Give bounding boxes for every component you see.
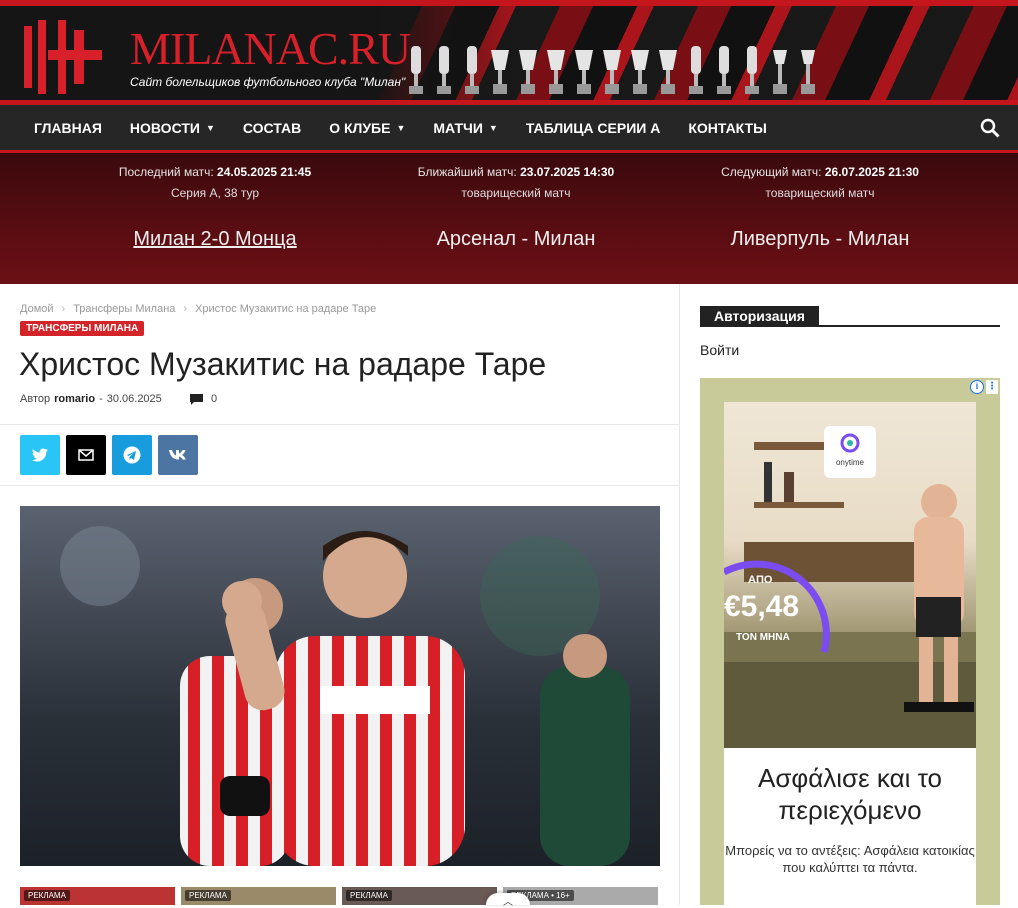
brand-mark-icon — [840, 433, 860, 453]
nav-item-news[interactable]: НОВОСТИ ▼ — [116, 105, 229, 150]
last-match: Последний матч: 24.05.2025 21:45 Серия А… — [55, 165, 375, 251]
article-meta: Автор romario - 30.06.2025 — [20, 393, 162, 405]
share-buttons — [20, 435, 198, 475]
trophy-icon — [773, 50, 787, 94]
trophy-icon — [689, 46, 703, 94]
trophy-icon — [409, 46, 423, 94]
promo-thumbnails: РЕКЛАМА РЕКЛАМА РЕКЛАМА РЕКЛАМА • 16+ — [20, 887, 660, 905]
next-match: Следующий матч: 26.07.2025 21:30 товарищ… — [660, 165, 980, 251]
share-telegram-button[interactable] — [112, 435, 152, 475]
nav-item-squad[interactable]: СОСТАВ — [229, 105, 315, 150]
telegram-icon — [123, 446, 141, 464]
chevron-up-icon[interactable]: ︿ — [486, 893, 530, 908]
nav-item-about[interactable]: О КЛУБЕ ▼ — [315, 105, 419, 150]
site-banner[interactable]: MILANAC.RU Сайт болельщиков футбольного … — [0, 0, 1018, 105]
article-title: Христос Музакитис на радаре Таре — [19, 346, 547, 382]
football-player-photo — [20, 506, 660, 866]
login-link[interactable]: Войти — [700, 342, 739, 358]
more-options-icon[interactable]: ⋮ — [986, 380, 998, 394]
article-photo[interactable] — [20, 506, 660, 866]
trophy-icon — [745, 46, 759, 94]
trophy-icon — [801, 50, 815, 94]
site-tagline: Сайт болельщиков футбольного клуба "Мила… — [130, 75, 406, 89]
breadcrumb-home[interactable]: Домой — [20, 303, 54, 315]
info-icon[interactable]: i — [970, 380, 984, 394]
matches-strip: Последний матч: 24.05.2025 21:45 Серия А… — [0, 153, 1018, 284]
main-nav: ГЛАВНАЯ НОВОСТИ ▼ СОСТАВ О КЛУБЕ ▼ МАТЧИ ▼ … — [0, 105, 1018, 153]
trophy-icon — [437, 46, 451, 94]
trophy-icon — [603, 50, 621, 94]
sidebar-ad[interactable]: i ⋮ onytime ΑΠΟ €5,48 ΤΟΝ ΜΗΝΑ Ασφάλισε … — [700, 378, 1000, 905]
auth-widget-title: Авторизация — [700, 306, 819, 326]
upcoming-match-teams: Арсенал - Милан — [436, 228, 596, 250]
trophy-icon — [519, 50, 537, 94]
trophy-icon — [547, 50, 565, 94]
breadcrumb: Домой › Трансферы Милана › Христос Музак… — [20, 303, 376, 315]
ad-image: onytime ΑΠΟ €5,48 ΤΟΝ ΜΗΝΑ — [724, 402, 976, 748]
breadcrumb-category[interactable]: Трансферы Милана — [73, 303, 175, 315]
trophy-icon — [491, 50, 509, 94]
trophies — [405, 44, 819, 96]
trophy-icon — [717, 46, 731, 94]
upcoming-match: Ближайший матч: 23.07.2025 14:30 товарищ… — [356, 165, 676, 251]
chevron-right-icon: › — [183, 303, 188, 315]
author-link[interactable]: romario — [54, 393, 95, 405]
trophy-icon — [659, 50, 677, 94]
chevron-down-icon: ▼ — [488, 122, 498, 133]
nav-item-home[interactable]: ГЛАВНАЯ — [20, 105, 116, 150]
trophy-icon — [465, 46, 479, 94]
last-match-link[interactable]: Милан 2-0 Монца — [55, 228, 375, 251]
trophy-icon — [631, 50, 649, 94]
trophy-icon — [575, 50, 593, 94]
ad-card[interactable]: onytime ΑΠΟ €5,48 ΤΟΝ ΜΗΝΑ Ασφάλισε και … — [724, 402, 976, 905]
article-date: 30.06.2025 — [106, 393, 162, 405]
search-icon[interactable] — [980, 118, 1000, 138]
share-email-button[interactable] — [66, 435, 106, 475]
chevron-down-icon: ▼ — [205, 122, 215, 133]
site-logo-text[interactable]: MILANAC.RU — [130, 26, 411, 72]
nav-item-table[interactable]: ТАБЛИЦА СЕРИИ А — [512, 105, 675, 150]
breadcrumb-current: Христос Музакитис на радаре Таре — [195, 303, 377, 315]
club-logo-icon[interactable] — [22, 16, 104, 98]
promo-thumb[interactable]: РЕКЛАМА — [20, 887, 175, 905]
comments-count[interactable]: 0 — [190, 393, 217, 405]
twitter-icon — [32, 448, 48, 462]
ad-body-text: Μπορείς να το αντέξεις: Ασφάλεια κατοικί… — [725, 843, 975, 875]
comment-icon — [190, 393, 203, 405]
email-icon — [78, 449, 94, 461]
category-badge[interactable]: ТРАНСФЕРЫ МИЛАНА — [20, 321, 145, 336]
ad-headline: Ασφάλισε και το περιεχόμενο — [758, 763, 942, 825]
promo-thumb[interactable]: РЕКЛАМА — [181, 887, 336, 905]
ad-brand-logo: onytime — [824, 426, 876, 478]
promo-thumb[interactable]: РЕКЛАМА — [342, 887, 497, 905]
nav-item-contacts[interactable]: КОНТАКТЫ — [674, 105, 780, 150]
chevron-down-icon: ▼ — [396, 122, 406, 133]
article-content: Домой › Трансферы Милана › Христос Музак… — [0, 284, 680, 908]
chevron-right-icon: › — [61, 303, 66, 315]
nav-item-matches[interactable]: МАТЧИ ▼ — [419, 105, 511, 150]
next-match-teams: Ливерпуль - Милан — [730, 228, 910, 250]
vk-icon — [169, 450, 186, 460]
share-twitter-button[interactable] — [20, 435, 60, 475]
share-vk-button[interactable] — [158, 435, 198, 475]
